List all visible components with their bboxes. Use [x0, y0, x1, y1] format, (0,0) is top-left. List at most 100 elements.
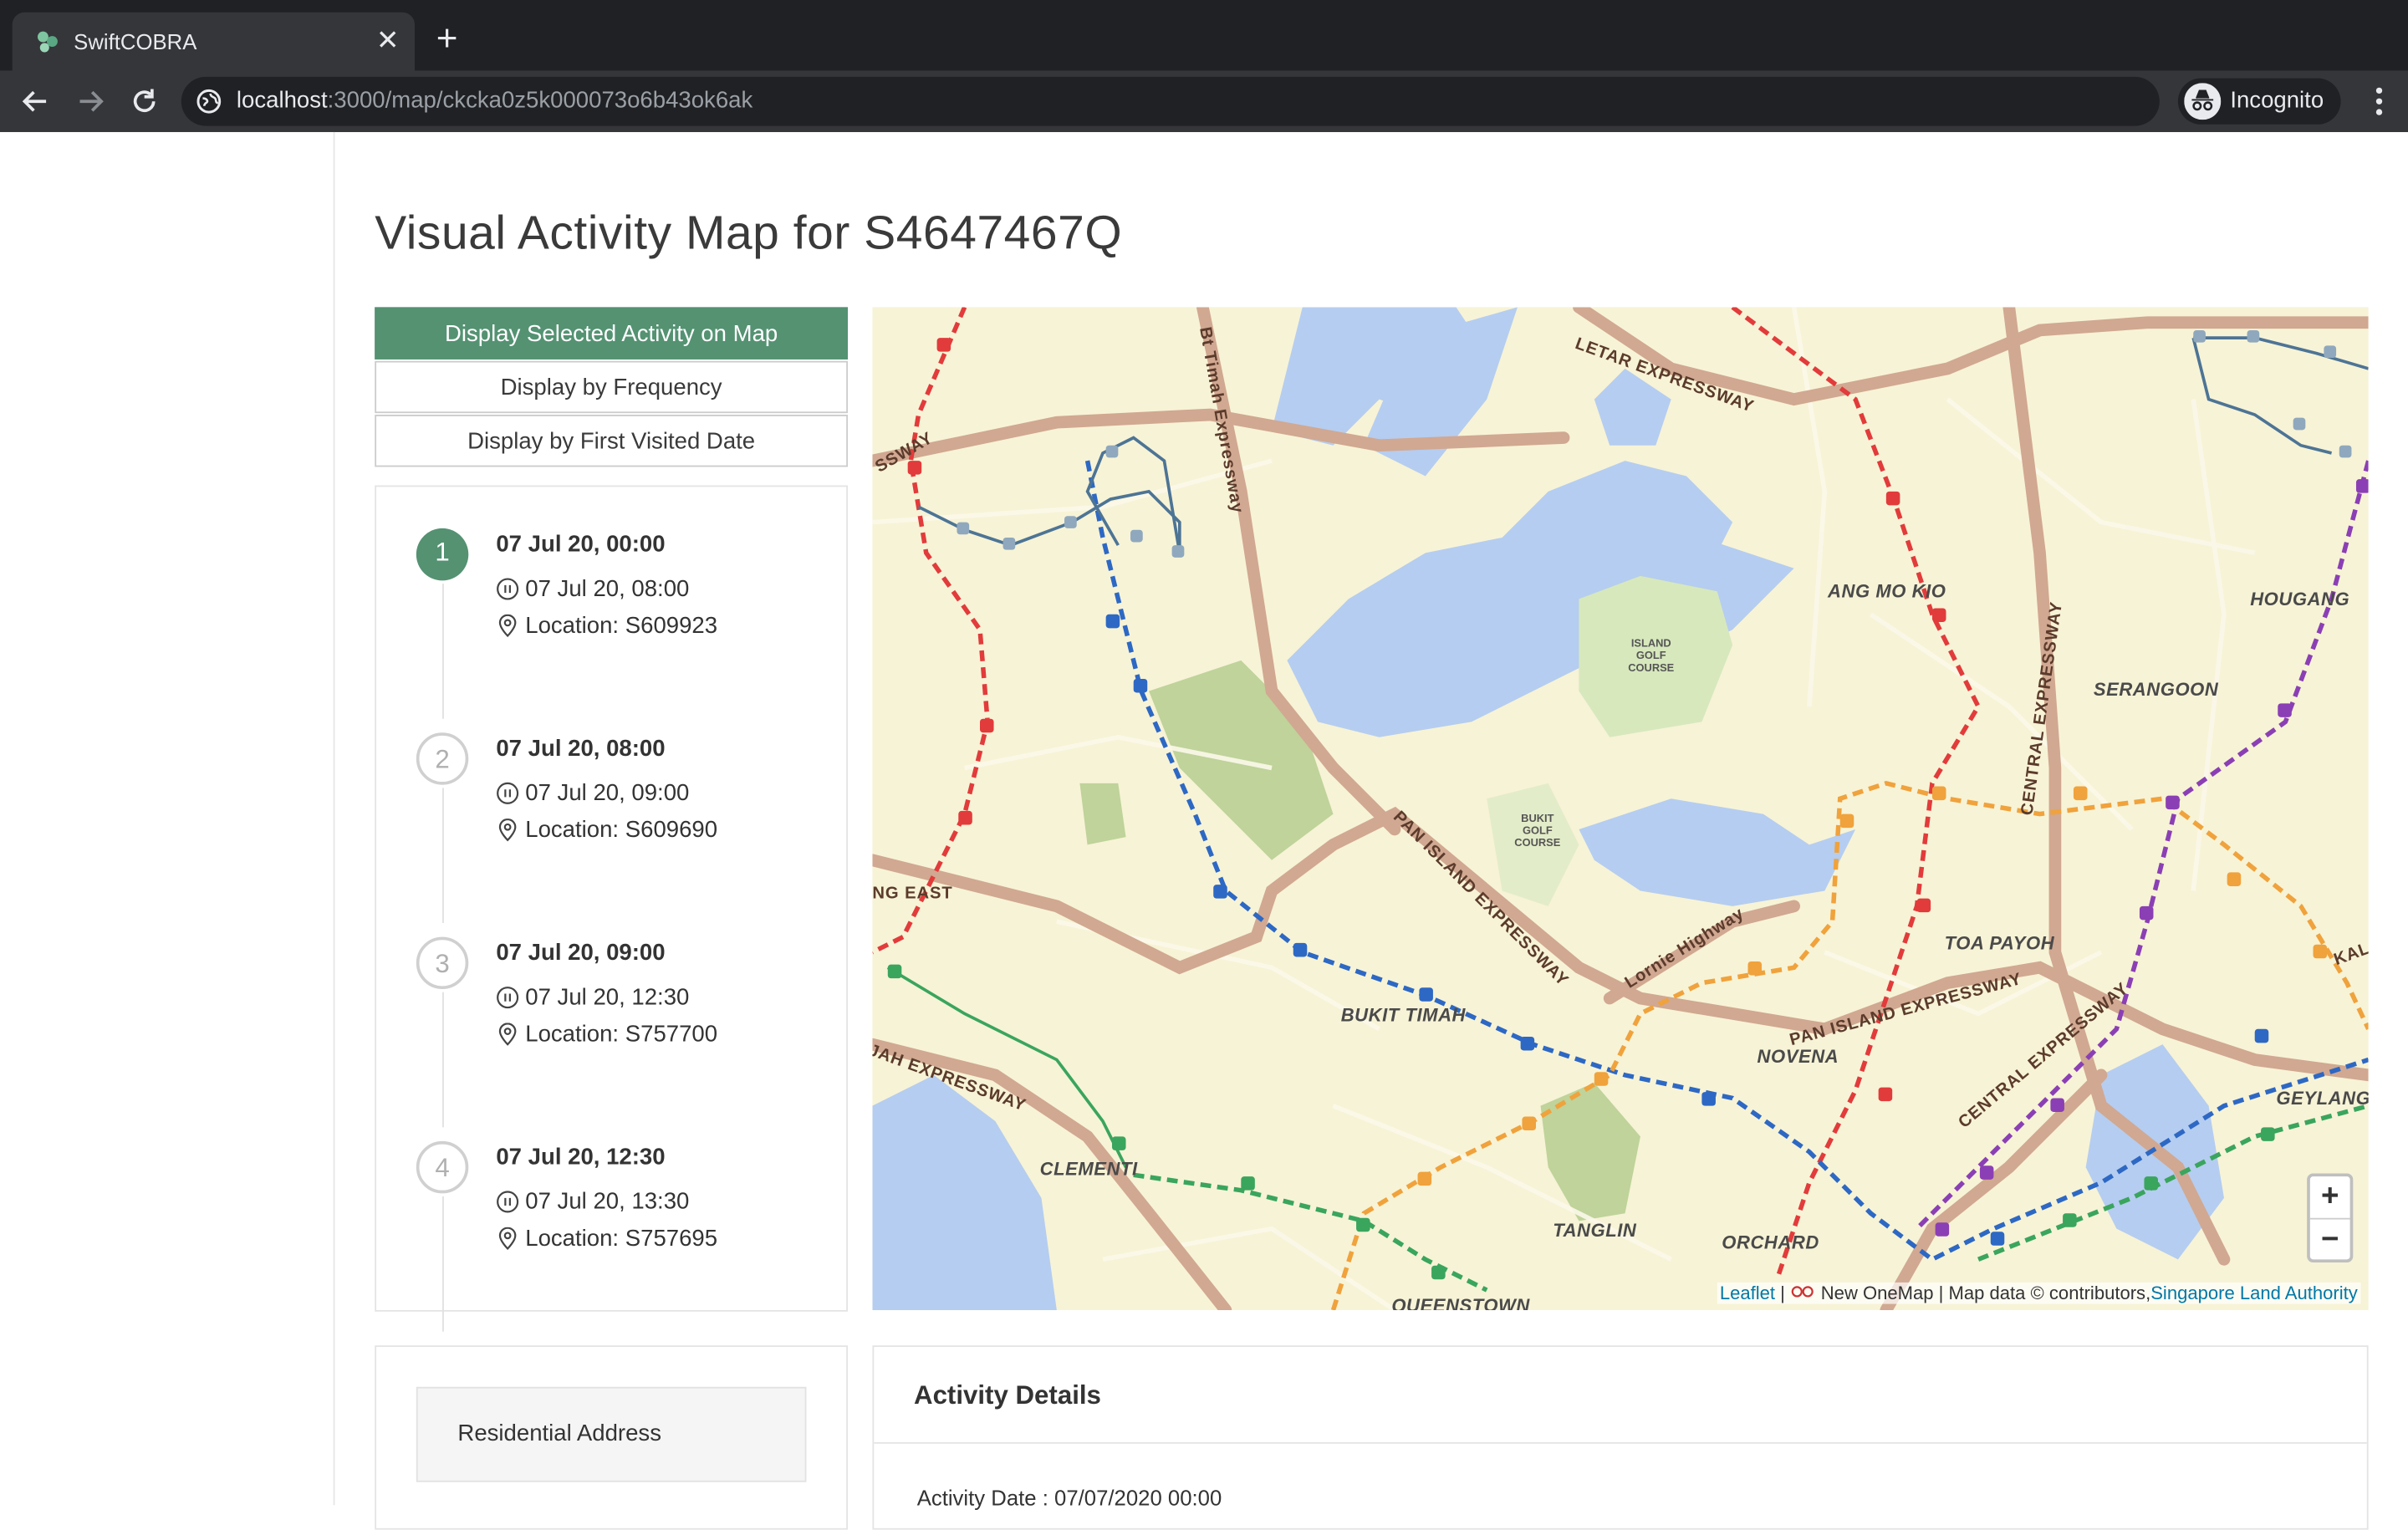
timeline-location: Location: S609690	[525, 817, 718, 844]
activity-date-field: Activity Date : 07/07/2020 00:00	[916, 1485, 1222, 1510]
map-label-queenstown: QUEENSTOWN	[1391, 1294, 1530, 1310]
display-by-first-visited-button[interactable]: Display by First Visited Date	[375, 414, 849, 467]
map-label-ang-mo-kio: ANG MO KIO	[1828, 580, 1946, 603]
timeline-end-time: 07 Jul 20, 08:00	[525, 575, 690, 603]
timeline-connector	[442, 788, 444, 924]
timeline-location: Location: S757700	[525, 1021, 718, 1048]
timeline-location: Location: S609923	[525, 612, 718, 640]
activity-details-title: Activity Details	[914, 1380, 1101, 1410]
browser-tab-bar: SwiftCOBRA ✕ +	[0, 0, 2408, 71]
divider	[874, 1441, 2367, 1444]
timeline-location-row: Location: S757700	[496, 1022, 717, 1048]
zoom-in-button[interactable]: +	[2309, 1176, 2350, 1220]
timeline-location: Location: S757695	[525, 1225, 718, 1252]
map-label-novena: NOVENA	[1757, 1045, 1839, 1068]
incognito-label: Incognito	[2230, 87, 2324, 114]
pause-circle-icon	[497, 578, 519, 600]
location-pin-icon	[498, 614, 517, 638]
location-pin-icon	[498, 818, 517, 842]
tab-title: SwiftCOBRA	[74, 28, 197, 54]
display-selected-activity-button[interactable]: Display Selected Activity on Map	[375, 307, 849, 360]
pause-circle-icon	[497, 987, 519, 1009]
activity-timeline: 1 07 Jul 20, 00:00 07 Jul 20, 08:00 Loca…	[375, 485, 849, 1332]
address-bar[interactable]: localhost:3000/map/ckcka0z5k000073o6b43o…	[181, 76, 2160, 126]
incognito-icon	[2184, 83, 2222, 120]
timeline-index-badge: 4	[416, 1140, 469, 1194]
map-label-geylang: GEYLANG	[2276, 1087, 2369, 1109]
timeline-start-time: 07 Jul 20, 00:00	[496, 531, 666, 558]
timeline-location-row: Location: S609923	[496, 613, 717, 639]
url-path: :3000/map/ckcka0z5k000073o6b43ok6ak	[327, 87, 753, 114]
map-attribution: Leaflet | New OneMap | Map data © contri…	[1717, 1282, 2361, 1304]
north-south-line	[872, 307, 990, 955]
timeline-item[interactable]: 1 07 Jul 20, 00:00 07 Jul 20, 08:00 Loca…	[416, 528, 816, 719]
url-host: localhost	[236, 87, 328, 114]
residential-card: Residential Address	[375, 1345, 849, 1530]
sla-link[interactable]: Singapore Land Authority	[2150, 1283, 2358, 1304]
activity-map[interactable]: ANG MO KIO HOUGANG SERANGOON TOA PAYOH B…	[872, 307, 2369, 1310]
map-zoom-control: + −	[2307, 1173, 2354, 1263]
lower-reservoir	[1579, 798, 1856, 906]
browser-menu-icon[interactable]	[2375, 84, 2384, 118]
timeline-end-row: 07 Jul 20, 08:00	[496, 576, 689, 602]
timeline-end-time: 07 Jul 20, 13:30	[525, 1188, 690, 1216]
west-water	[872, 1074, 1057, 1310]
map-label-orchard: ORCHARD	[1722, 1232, 1819, 1253]
timeline-end-time: 07 Jul 20, 09:00	[525, 780, 690, 807]
map-label-toa-payoh: TOA PAYOH	[1944, 932, 2055, 954]
timeline-index-badge: 2	[416, 732, 469, 785]
location-pin-icon	[498, 1227, 517, 1251]
map-road-label-ng-east: NG EAST	[872, 885, 953, 904]
timeline-item[interactable]: 4 07 Jul 20, 12:30 07 Jul 20, 13:30 Loca…	[416, 1140, 816, 1332]
timeline-end-row: 07 Jul 20, 09:00	[496, 780, 689, 806]
forward-arrow-icon[interactable]	[74, 84, 107, 118]
browser-tab[interactable]: SwiftCOBRA ✕	[12, 12, 415, 71]
browser-toolbar: localhost:3000/map/ckcka0z5k000073o6b43o…	[0, 70, 2408, 132]
map-label-tanglin: TANGLIN	[1553, 1219, 1637, 1242]
timeline-end-time: 07 Jul 20, 12:30	[525, 984, 690, 1011]
map-label-bukit-golf: BUKIT GOLF COURSE	[1514, 813, 1561, 849]
onemap-logo-icon	[1790, 1286, 1813, 1298]
display-by-frequency-button[interactable]: Display by Frequency	[375, 360, 849, 414]
west-park	[1079, 783, 1126, 845]
timeline-index-badge: 3	[416, 936, 469, 990]
timeline-start-time: 07 Jul 20, 09:00	[496, 940, 666, 966]
timeline-start-time: 07 Jul 20, 08:00	[496, 735, 666, 762]
pause-circle-icon	[497, 1191, 519, 1213]
map-label-island-golf: ISLAND GOLF COURSE	[1628, 639, 1675, 675]
back-arrow-icon[interactable]	[18, 84, 52, 118]
timeline-location-row: Location: S757695	[496, 1226, 717, 1252]
timeline-item[interactable]: 3 07 Jul 20, 09:00 07 Jul 20, 12:30 Loca…	[416, 936, 816, 1128]
attribution-separator: |	[1775, 1282, 1791, 1304]
residential-address-label: Residential Address	[457, 1420, 661, 1447]
map-label-bukit-timah: BUKIT TIMAH	[1340, 1004, 1467, 1027]
new-tab-icon[interactable]: +	[436, 21, 458, 59]
timeline-item[interactable]: 2 07 Jul 20, 08:00 07 Jul 20, 09:00 Loca…	[416, 732, 816, 924]
tab-close-icon[interactable]: ✕	[376, 24, 400, 55]
zoom-out-button[interactable]: −	[2310, 1220, 2350, 1262]
activity-details-card: Activity Details Activity Date : 07/07/2…	[872, 1345, 2369, 1530]
pause-circle-icon	[497, 782, 519, 804]
timeline-end-row: 07 Jul 20, 12:30	[496, 985, 689, 1011]
timeline-connector	[442, 584, 444, 719]
map-label-clementi: CLEMENTI	[1039, 1158, 1138, 1180]
sidebar	[0, 131, 335, 1506]
page-title: Visual Activity Map for S4647467Q	[375, 206, 1123, 260]
timeline-index-badge: 1	[416, 528, 469, 581]
timeline-location-row: Location: S609690	[496, 817, 718, 844]
url-text: localhost:3000/map/ckcka0z5k000073o6b43o…	[237, 88, 752, 114]
map-label-serangoon: SERANGOON	[2093, 678, 2219, 701]
leaflet-link[interactable]: Leaflet	[1720, 1283, 1775, 1304]
site-info-icon[interactable]	[196, 89, 222, 114]
residential-header[interactable]: Residential Address	[416, 1386, 807, 1482]
timeline-connector	[442, 1196, 444, 1332]
timeline-end-row: 07 Jul 20, 13:30	[496, 1189, 689, 1215]
attribution-provider: New OneMap | Map data © contributors,	[1820, 1282, 2151, 1304]
reload-icon[interactable]	[127, 84, 161, 118]
app-favicon-icon	[38, 31, 58, 53]
incognito-badge[interactable]: Incognito	[2177, 78, 2341, 125]
map-label-hougang: HOUGANG	[2250, 588, 2350, 610]
screen: SwiftCOBRA ✕ + localhost:3000/map/ckcka0…	[0, 0, 2408, 1530]
timeline-start-time: 07 Jul 20, 12:30	[496, 1144, 666, 1170]
timeline-connector	[442, 992, 444, 1128]
